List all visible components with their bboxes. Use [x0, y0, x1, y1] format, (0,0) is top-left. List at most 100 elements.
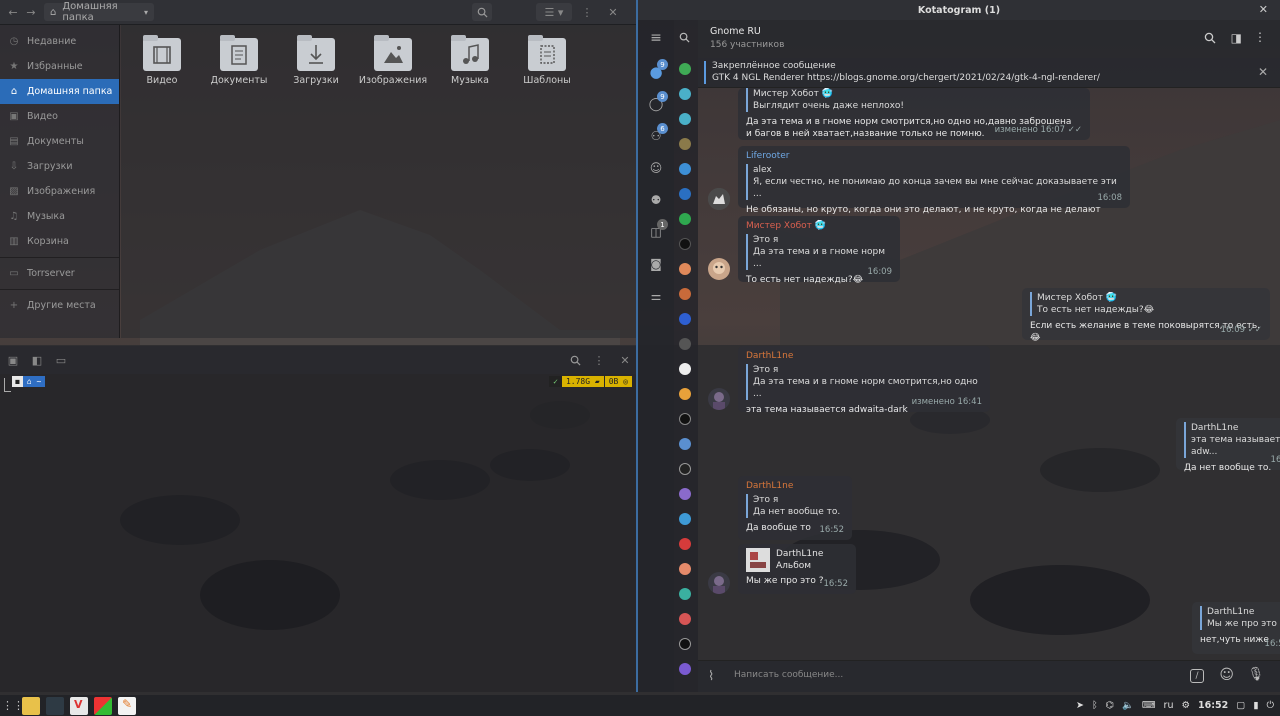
folder-pictures[interactable]: Изображения [358, 35, 428, 86]
settings-icon[interactable]: ⚙ [1181, 700, 1190, 711]
sidebar-item-pictures[interactable]: ▨ Изображения [0, 179, 119, 204]
message-bubble-outgoing[interactable]: Мистер Хобот 🥶 То есть нет надежды?😂 Есл… [1022, 288, 1270, 343]
sender-name[interactable]: DarthL1ne [746, 350, 982, 362]
chat-title[interactable]: Gnome RU [710, 26, 761, 37]
folder-videos[interactable]: Видео [127, 35, 197, 86]
chat-avatar[interactable] [679, 613, 691, 625]
chat-avatar[interactable] [679, 263, 691, 275]
avatar[interactable] [708, 258, 730, 280]
sidebar-item-starred[interactable]: ★ Избранные [0, 54, 119, 79]
folder-bots[interactable]: ◙ [646, 254, 666, 274]
close-button[interactable]: ✕ [604, 3, 622, 21]
chat-avatar[interactable] [679, 163, 691, 175]
taskbar-app-editor[interactable]: ✎ [118, 696, 136, 715]
location-button[interactable]: ⌂ Домашняя папка ▾ [44, 1, 154, 23]
battery-icon[interactable]: ▮ [1253, 700, 1258, 711]
chat-avatar[interactable] [679, 113, 691, 125]
chat-avatar[interactable] [679, 213, 691, 225]
attach-button[interactable]: ⌇ [708, 669, 714, 684]
message-bubble[interactable]: DarthL1ne Это я Да эта тема и в гноме но… [738, 346, 990, 415]
chat-avatar[interactable] [679, 313, 691, 325]
sidebar-item-trash[interactable]: ▥ Корзина [0, 229, 119, 254]
message-bubble[interactable]: DarthL1ne Альбом Мы же про это ? 16:52 [738, 544, 856, 594]
message-input[interactable]: Написать сообщение... [734, 670, 843, 680]
chat-avatar[interactable] [679, 238, 691, 250]
chat-avatar[interactable] [679, 338, 691, 350]
chat-avatar[interactable] [679, 413, 691, 425]
emoji-button[interactable]: ☺ [1219, 667, 1234, 683]
terminal-menu-button[interactable]: ⋮ [590, 351, 608, 369]
avatar[interactable] [708, 388, 730, 410]
chat-avatar[interactable] [679, 363, 691, 375]
sidebar-item-downloads[interactable]: ⇩ Загрузки [0, 154, 119, 179]
sidebar-item-recent[interactable]: ◷ Недавние [0, 29, 119, 54]
power-icon[interactable]: ⏻ [1266, 700, 1274, 711]
folder-groups[interactable]: ⚇ 6 [646, 123, 668, 146]
message-bubble-outgoing[interactable]: DarthL1ne эта тема называется adw... Да … [1176, 418, 1280, 473]
folder-music[interactable]: Музыка [435, 35, 505, 86]
folder-downloads[interactable]: Загрузки [281, 35, 351, 86]
chat-search-header-button[interactable] [1204, 32, 1216, 47]
bluetooth-icon[interactable]: ᛒ [1092, 700, 1098, 711]
window-close-button[interactable]: ✕ [1259, 3, 1268, 16]
preferences-button[interactable]: ▭ [52, 351, 70, 369]
chat-avatar[interactable] [679, 488, 691, 500]
avatar[interactable] [708, 188, 730, 210]
folder-channels[interactable]: ◫ 1 [646, 219, 668, 242]
reply-quote[interactable]: Это я Да эта тема и в гноме норм ... [746, 234, 892, 270]
folder-documents[interactable]: Документы [204, 35, 274, 86]
sidebar-item-torrserver[interactable]: ▭ Torrserver [0, 261, 119, 286]
message-bubble[interactable]: DarthL1ne Это я Да нет вообще то. Да воо… [738, 476, 852, 540]
chat-avatar[interactable] [679, 563, 691, 575]
folder-all-chats[interactable]: ● 9 [646, 59, 668, 82]
sidebar-toggle-button[interactable]: ◨ [1231, 31, 1242, 45]
new-tab-button[interactable]: ▣ [4, 351, 22, 369]
chat-avatar[interactable] [679, 288, 691, 300]
folder-personal[interactable]: ☺ [646, 158, 666, 178]
message-bubble-outgoing[interactable]: DarthL1ne Мы же про это ? нет,чуть ниже … [1192, 602, 1280, 654]
view-list-button[interactable]: ☰ ▾ [536, 3, 572, 21]
sidebar-item-documents[interactable]: ▤ Документы [0, 129, 119, 154]
search-button[interactable] [472, 3, 492, 21]
taskbar-app-files[interactable] [22, 696, 40, 715]
reply-quote[interactable]: DarthL1ne эта тема называется adw... [1184, 422, 1280, 458]
voice-button[interactable]: 🎙 [1247, 667, 1264, 682]
sidebar-item-other-locations[interactable]: + Другие места [0, 293, 119, 318]
reply-quote[interactable]: Мистер Хобот 🥶 То есть нет надежды?😂 [1030, 292, 1262, 316]
avatar[interactable] [708, 572, 730, 594]
sender-name[interactable]: Мистер Хобот 🥶 [746, 220, 892, 232]
chat-avatar[interactable] [679, 513, 691, 525]
reply-quote[interactable]: Это я Да нет вообще то. [746, 494, 844, 518]
forward-button[interactable]: → [22, 3, 40, 21]
message-bubble[interactable]: Мистер Хобот 🥶 Выглядит очень даже непло… [738, 88, 1090, 140]
taskbar-app-terminal[interactable] [46, 696, 64, 715]
telegram-tray-icon[interactable]: ➤ [1076, 700, 1084, 711]
folder-settings[interactable]: ⚌ [646, 286, 666, 306]
folder-contacts[interactable]: ⚉ [646, 190, 666, 210]
terminal-search-button[interactable] [566, 351, 584, 369]
sender-name[interactable]: Liferooter [746, 150, 1122, 162]
chat-avatar[interactable] [679, 463, 691, 475]
sidebar-item-music[interactable]: ♫ Музыка [0, 204, 119, 229]
terminal-close-button[interactable]: ✕ [616, 351, 634, 369]
app-grid-button[interactable]: ⋮⋮ [2, 699, 24, 713]
taskbar-app-vivaldi[interactable]: V [70, 696, 88, 715]
sidebar-item-home[interactable]: ⌂ Домашняя папка [0, 79, 119, 104]
pinned-close-button[interactable]: ✕ [1258, 65, 1268, 79]
reply-quote[interactable]: DarthL1ne Альбом [746, 548, 848, 572]
notification-icon[interactable]: ▢ [1236, 700, 1245, 711]
chat-avatar[interactable] [679, 388, 691, 400]
network-icon[interactable]: ⌬ [1106, 700, 1114, 711]
clock[interactable]: 16:52 [1198, 700, 1228, 711]
chat-avatar[interactable] [679, 538, 691, 550]
menu-button[interactable]: ⋮ [578, 3, 596, 21]
chat-avatar[interactable] [679, 638, 691, 650]
back-button[interactable]: ← [4, 3, 22, 21]
terminal-output[interactable]: ◼ ⌂ ~ ✓ 1.78G ▰ 0B ◎ [0, 374, 636, 692]
taskbar-app-kotatogram[interactable] [94, 696, 112, 715]
folder-templates[interactable]: Шаблоны [512, 35, 582, 86]
chat-menu-button[interactable]: ⋮ [1254, 30, 1266, 44]
chat-avatar[interactable] [679, 63, 691, 75]
reply-quote[interactable]: DarthL1ne Мы же про это ? [1200, 606, 1280, 630]
reply-quote[interactable]: Это я Да эта тема и в гноме норм смотрит… [746, 364, 982, 400]
